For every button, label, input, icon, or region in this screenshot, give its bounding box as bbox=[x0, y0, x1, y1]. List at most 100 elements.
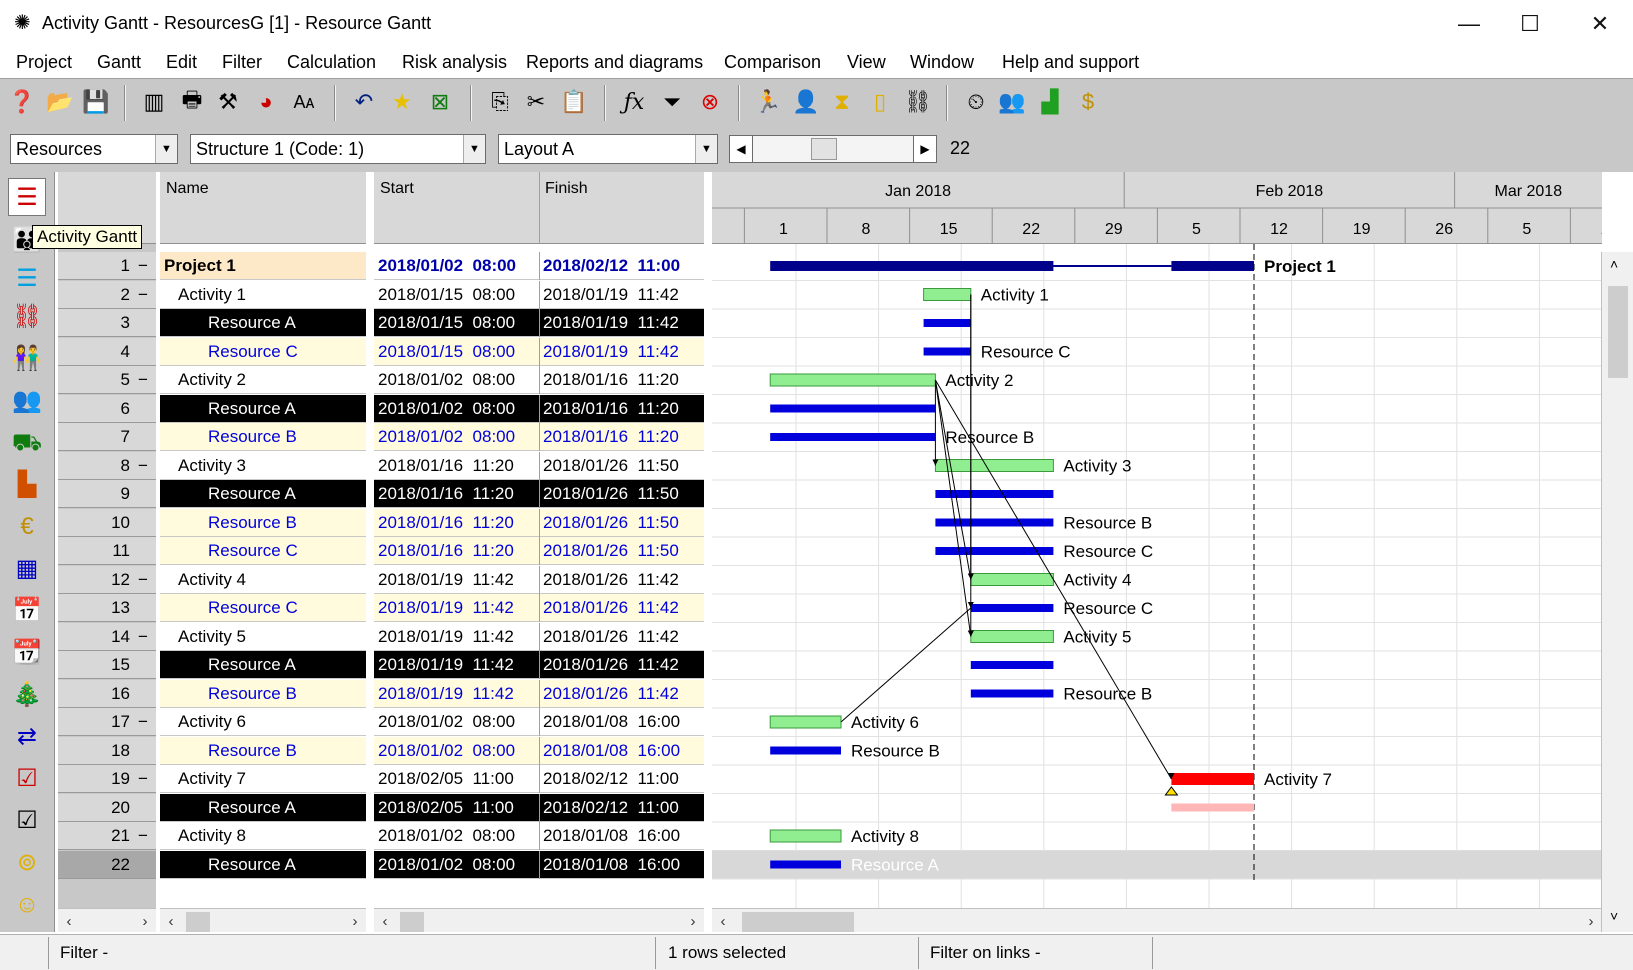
start-cell[interactable]: 2018/01/19 11:42 bbox=[378, 680, 536, 708]
scroll-left-arrow[interactable]: ‹ bbox=[374, 909, 396, 932]
minimize-button[interactable]: — bbox=[1449, 8, 1489, 40]
undo-icon[interactable]: ↶ bbox=[348, 85, 380, 119]
cost-icon[interactable]: $ bbox=[1072, 85, 1104, 119]
row-number[interactable]: 19 − bbox=[58, 765, 156, 793]
start-cell[interactable]: 2018/01/19 11:42 bbox=[378, 566, 536, 594]
row-number[interactable]: 18 bbox=[58, 736, 156, 765]
row-number[interactable]: 9 bbox=[58, 480, 156, 508]
excel-icon[interactable]: ⊠ bbox=[424, 85, 456, 119]
hourglass-icon[interactable]: ⧗ bbox=[826, 85, 858, 119]
open-folder-icon[interactable]: 📂 bbox=[44, 85, 76, 119]
name-column-header[interactable]: Name bbox=[160, 172, 366, 244]
chevron-down-icon[interactable]: ▼ bbox=[155, 135, 177, 163]
table-row[interactable]: Activity 6 bbox=[160, 708, 366, 736]
zoom-right-button[interactable]: ▶ bbox=[913, 135, 937, 163]
collapse-toggle[interactable] bbox=[134, 594, 152, 622]
table-row[interactable]: Resource A bbox=[160, 309, 366, 337]
finish-cell[interactable]: 2018/02/12 11:00 bbox=[543, 252, 701, 280]
dates-scrollbar[interactable]: ‹ › bbox=[374, 908, 704, 932]
cut-icon[interactable]: ✂ bbox=[520, 85, 552, 119]
finish-cell[interactable]: 2018/01/26 11:42 bbox=[543, 651, 701, 679]
start-cell[interactable]: 2018/01/02 08:00 bbox=[378, 822, 536, 850]
bars-icon[interactable]: ☰ bbox=[8, 260, 46, 298]
finish-cell[interactable]: 2018/01/08 16:00 bbox=[543, 737, 701, 765]
collapse-toggle[interactable]: − bbox=[134, 822, 152, 850]
collapse-toggle[interactable] bbox=[134, 680, 152, 708]
font-icon[interactable]: Aᴀ bbox=[288, 85, 320, 119]
row-number[interactable]: 21 − bbox=[58, 822, 156, 850]
finish-cell[interactable]: 2018/01/19 11:42 bbox=[543, 281, 701, 309]
row-number[interactable]: 2 − bbox=[58, 280, 156, 309]
collapse-toggle[interactable]: − bbox=[134, 765, 152, 793]
menu-window[interactable]: Window bbox=[910, 52, 974, 73]
start-cell[interactable]: 2018/01/02 08:00 bbox=[378, 423, 536, 451]
collapse-toggle[interactable]: − bbox=[134, 708, 152, 736]
link-icon[interactable]: ⛓ bbox=[902, 85, 934, 119]
row-number[interactable]: 14 − bbox=[58, 622, 156, 651]
table-row[interactable]: 2018/01/19 11:42 2018/01/26 11:42 bbox=[374, 622, 704, 651]
start-cell[interactable]: 2018/01/19 11:42 bbox=[378, 651, 536, 679]
resource-query-icon[interactable]: 👫 bbox=[8, 340, 46, 378]
menu-risk-analysis[interactable]: Risk analysis bbox=[402, 52, 507, 73]
table-row[interactable]: Resource A bbox=[160, 793, 366, 822]
histogram-icon[interactable]: ▟ bbox=[1034, 85, 1066, 119]
row-number[interactable]: 16 bbox=[58, 679, 156, 708]
menu-edit[interactable]: Edit bbox=[166, 52, 197, 73]
filter-icon[interactable]: ⏷ bbox=[656, 85, 688, 119]
pie-chart-icon[interactable]: ◕ bbox=[250, 85, 282, 119]
menu-project[interactable]: Project bbox=[16, 52, 72, 73]
tree-icon[interactable]: 🎄 bbox=[8, 676, 46, 714]
finish-cell[interactable]: 2018/01/26 11:50 bbox=[543, 480, 701, 508]
start-cell[interactable]: 2018/01/19 11:42 bbox=[378, 623, 536, 651]
table-row[interactable]: 2018/01/16 11:20 2018/01/26 11:50 bbox=[374, 451, 704, 480]
table-row[interactable]: Activity 2 bbox=[160, 366, 366, 394]
vertical-scrollbar[interactable]: ˄ ˅ bbox=[1601, 252, 1633, 932]
finish-cell[interactable]: 2018/01/08 16:00 bbox=[543, 822, 701, 850]
start-cell[interactable]: 2018/01/16 11:20 bbox=[378, 509, 536, 537]
table-row[interactable]: Activity 8 bbox=[160, 822, 366, 850]
currency-icon[interactable]: € bbox=[8, 508, 46, 546]
finish-cell[interactable]: 2018/01/16 11:20 bbox=[543, 423, 701, 451]
table-row[interactable]: Activity 4 bbox=[160, 565, 366, 594]
row-number[interactable]: 7 bbox=[58, 423, 156, 451]
maximize-button[interactable]: ☐ bbox=[1510, 8, 1550, 40]
table-row[interactable]: Resource B bbox=[160, 508, 366, 537]
scroll-right-arrow[interactable]: › bbox=[1580, 909, 1602, 932]
print-icon[interactable]: 🖶 bbox=[176, 85, 208, 119]
scroll-right-arrow[interactable]: › bbox=[682, 909, 704, 932]
finish-cell[interactable]: 2018/01/19 11:42 bbox=[543, 309, 701, 337]
name-scrollbar[interactable]: ‹ › bbox=[160, 908, 366, 932]
row-number[interactable]: 15 bbox=[58, 651, 156, 679]
start-cell[interactable]: 2018/01/15 08:00 bbox=[378, 281, 536, 309]
collapse-toggle[interactable]: − bbox=[134, 623, 152, 651]
finish-cell[interactable]: 2018/01/26 11:42 bbox=[543, 566, 701, 594]
scroll-right-arrow[interactable]: › bbox=[134, 909, 156, 932]
link-bars-icon[interactable]: ⛓ bbox=[8, 298, 46, 336]
menu-gantt[interactable]: Gantt bbox=[97, 52, 141, 73]
collapse-toggle[interactable] bbox=[134, 395, 152, 423]
collapse-toggle[interactable]: − bbox=[134, 566, 152, 594]
checklist-clock-icon[interactable]: ☑ bbox=[8, 802, 46, 840]
pillar-icon[interactable]: ⊚ bbox=[8, 844, 46, 882]
collapse-toggle[interactable] bbox=[134, 509, 152, 537]
scroll-left-arrow[interactable]: ‹ bbox=[712, 909, 734, 932]
collapse-toggle[interactable]: − bbox=[134, 452, 152, 480]
table-row[interactable]: Resource B bbox=[160, 736, 366, 765]
start-cell[interactable]: 2018/01/15 08:00 bbox=[378, 309, 536, 337]
finish-cell[interactable]: 2018/01/16 11:20 bbox=[543, 395, 701, 423]
finish-cell[interactable]: 2018/01/26 11:42 bbox=[543, 594, 701, 622]
copy-icon[interactable]: ⎘ bbox=[484, 85, 516, 119]
table-row[interactable]: 2018/01/02 08:00 2018/01/08 16:00 bbox=[374, 708, 704, 736]
clear-filter-icon[interactable]: ⊗ bbox=[694, 85, 726, 119]
table-view-icon[interactable]: ▥ bbox=[138, 85, 170, 119]
start-cell[interactable]: 2018/01/16 11:20 bbox=[378, 537, 536, 565]
start-column-label[interactable]: Start bbox=[380, 180, 414, 198]
zoom-left-button[interactable]: ◀ bbox=[729, 135, 753, 163]
scroll-thumb[interactable] bbox=[186, 912, 210, 932]
row-number[interactable]: 13 bbox=[58, 594, 156, 622]
table-row[interactable]: Activity 3 bbox=[160, 451, 366, 480]
row-number[interactable]: 6 bbox=[58, 394, 156, 423]
gantt-chart[interactable]: Jan 2018 Feb 2018 Mar 2018 1 8 15 22 29 5 12 19 26 5… bbox=[712, 172, 1602, 932]
run-icon[interactable]: 🏃 bbox=[752, 85, 784, 119]
table-row[interactable]: 2018/01/19 11:42 2018/01/26 11:42 bbox=[374, 594, 704, 622]
